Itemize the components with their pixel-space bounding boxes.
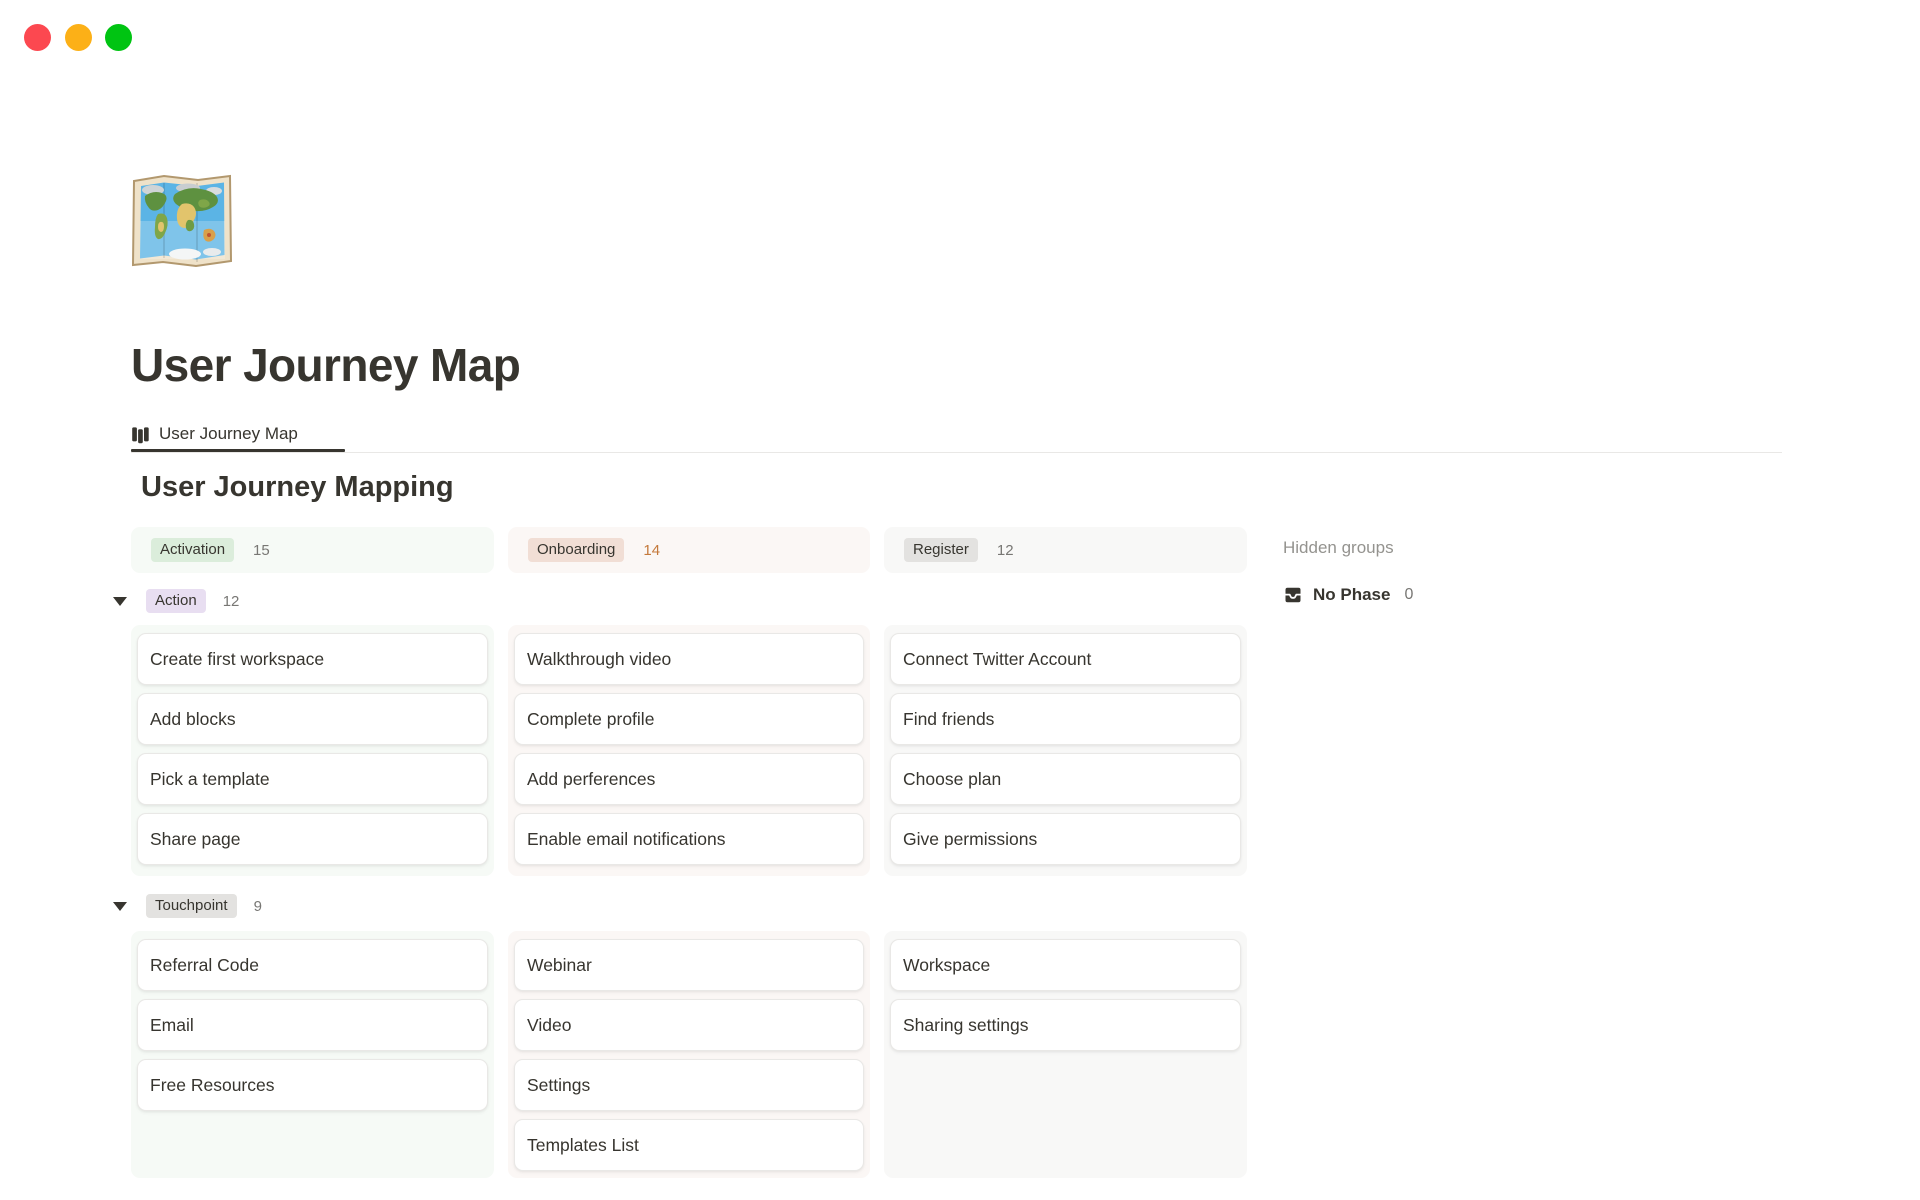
board-card[interactable]: Walkthrough video [514, 633, 864, 685]
hidden-groups-label: Hidden groups [1283, 538, 1394, 558]
column-pill-onboarding[interactable]: Onboarding [528, 538, 624, 562]
page-title: User Journey Map [131, 338, 520, 392]
notion-window: User Journey Map User Journey Map User J… [0, 0, 1920, 1200]
board-card[interactable]: Webinar [514, 939, 864, 991]
board-card[interactable]: Give permissions [890, 813, 1241, 865]
board-card[interactable]: Templates List [514, 1119, 864, 1171]
group-header-touchpoint: Touchpoint 9 [113, 893, 262, 919]
view-tab-label: User Journey Map [159, 424, 298, 444]
card-stack-action-activation: Create first workspace Add blocks Pick a… [131, 625, 494, 876]
card-stack-touchpoint-onboarding: Webinar Video Settings Templates List [508, 931, 870, 1178]
board-card[interactable]: Settings [514, 1059, 864, 1111]
board-card[interactable]: Email [137, 999, 488, 1051]
column-header-register[interactable]: Register 12 [884, 527, 1247, 573]
board-card[interactable]: Sharing settings [890, 999, 1241, 1051]
column-pill-register[interactable]: Register [904, 538, 978, 562]
column-count: 12 [997, 542, 1014, 559]
collapse-triangle-icon[interactable] [113, 902, 127, 911]
group-pill-action[interactable]: Action [146, 589, 206, 613]
board-view-icon [131, 425, 150, 444]
world-map-emoji [130, 174, 234, 268]
tabbar-divider [131, 452, 1782, 453]
board-card[interactable]: Video [514, 999, 864, 1051]
board-card[interactable]: Connect Twitter Account [890, 633, 1241, 685]
board-card[interactable]: Enable email notifications [514, 813, 864, 865]
column-count: 15 [253, 542, 270, 559]
group-pill-touchpoint[interactable]: Touchpoint [146, 894, 237, 918]
board-card[interactable]: Complete profile [514, 693, 864, 745]
board-card[interactable]: Referral Code [137, 939, 488, 991]
board-card[interactable]: Add blocks [137, 693, 488, 745]
collapse-triangle-icon[interactable] [113, 597, 127, 606]
section-heading: User Journey Mapping [141, 471, 454, 504]
minimize-window-button[interactable] [65, 24, 92, 51]
board-card[interactable]: Add perferences [514, 753, 864, 805]
group-count: 9 [254, 898, 262, 915]
board-card[interactable]: Choose plan [890, 753, 1241, 805]
group-count: 12 [223, 593, 240, 610]
board-card[interactable]: Create first workspace [137, 633, 488, 685]
card-stack-touchpoint-activation: Referral Code Email Free Resources [131, 931, 494, 1178]
card-stack-touchpoint-register: Workspace Sharing settings [884, 931, 1247, 1178]
page-icon-world-map[interactable] [130, 174, 234, 268]
close-window-button[interactable] [24, 24, 51, 51]
board-card[interactable]: Find friends [890, 693, 1241, 745]
group-header-action: Action 12 [113, 588, 239, 614]
board-card[interactable]: Pick a template [137, 753, 488, 805]
board-card[interactable]: Share page [137, 813, 488, 865]
zoom-window-button[interactable] [105, 24, 132, 51]
hidden-group-label: No Phase [1313, 585, 1390, 605]
column-count: 14 [643, 542, 660, 559]
board-card[interactable]: Workspace [890, 939, 1241, 991]
hidden-group-count: 0 [1404, 586, 1413, 604]
hidden-group-no-phase[interactable]: No Phase 0 [1283, 582, 1413, 608]
card-stack-action-onboarding: Walkthrough video Complete profile Add p… [508, 625, 870, 876]
board-card[interactable]: Free Resources [137, 1059, 488, 1111]
view-tab-user-journey-map[interactable]: User Journey Map [131, 419, 298, 449]
column-pill-activation[interactable]: Activation [151, 538, 234, 562]
box-icon [1283, 585, 1303, 605]
column-header-onboarding[interactable]: Onboarding 14 [508, 527, 870, 573]
card-stack-action-register: Connect Twitter Account Find friends Cho… [884, 625, 1247, 876]
column-header-activation[interactable]: Activation 15 [131, 527, 494, 573]
